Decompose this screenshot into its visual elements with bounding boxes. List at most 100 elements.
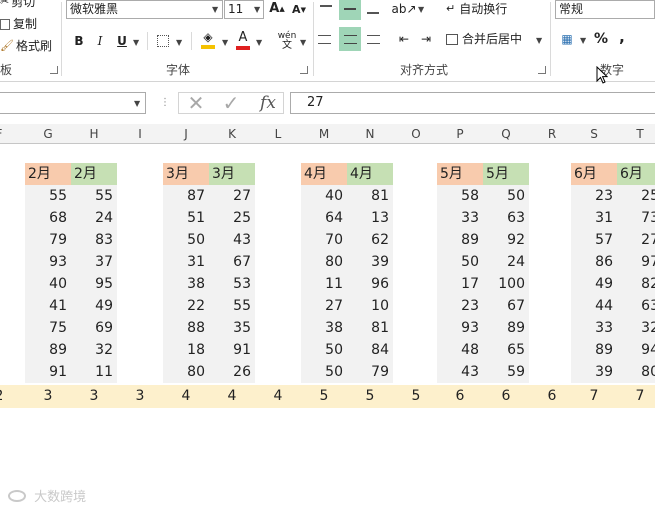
data-cell[interactable]: 50 xyxy=(301,339,347,361)
month-header-cell[interactable]: 3月 xyxy=(163,163,209,185)
data-cell[interactable]: 86 xyxy=(571,251,617,273)
clipboard-launcher-icon[interactable] xyxy=(50,66,58,74)
data-cell[interactable]: 31 xyxy=(571,207,617,229)
helper-row-cell[interactable]: 5 xyxy=(347,385,393,408)
data-cell[interactable]: 69 xyxy=(71,317,117,339)
border-button[interactable] xyxy=(154,32,172,50)
align-middle-button[interactable] xyxy=(339,0,361,20)
data-cell[interactable]: 25 xyxy=(209,207,255,229)
data-cell[interactable]: 10 xyxy=(347,295,393,317)
orientation-button[interactable]: ab↗ xyxy=(391,0,416,18)
font-color-button[interactable]: A xyxy=(234,29,252,51)
data-cell[interactable]: 83 xyxy=(71,229,117,251)
column-header-g[interactable]: G xyxy=(25,124,71,144)
fill-color-button[interactable]: ◈ xyxy=(199,29,217,51)
comma-button[interactable]: , xyxy=(616,28,628,46)
data-cell[interactable]: 37 xyxy=(71,251,117,273)
data-cell[interactable]: 89 xyxy=(571,339,617,361)
data-cell[interactable]: 84 xyxy=(347,339,393,361)
data-cell[interactable]: 18 xyxy=(163,339,209,361)
cancel-icon[interactable]: ✕ xyxy=(184,93,208,113)
column-header-i[interactable]: I xyxy=(117,124,163,144)
column-header-q[interactable]: Q xyxy=(483,124,529,144)
data-cell[interactable]: 38 xyxy=(301,317,347,339)
data-cell[interactable]: 38 xyxy=(163,273,209,295)
data-cell[interactable]: 27 xyxy=(209,185,255,207)
data-cell[interactable]: 100 xyxy=(483,273,529,295)
italic-button[interactable]: I xyxy=(92,32,108,50)
data-cell[interactable]: 40 xyxy=(25,273,71,295)
font-launcher-icon[interactable] xyxy=(300,66,308,74)
helper-row-cell[interactable]: 6 xyxy=(483,385,529,408)
data-cell[interactable]: 50 xyxy=(301,361,347,383)
data-cell[interactable]: 88 xyxy=(163,317,209,339)
data-cell[interactable]: 81 xyxy=(347,317,393,339)
data-cell[interactable]: 67 xyxy=(209,251,255,273)
grow-font-button[interactable]: A ▲ xyxy=(268,0,286,18)
month-header-cell[interactable]: 2月 xyxy=(25,163,71,185)
data-cell[interactable]: 23 xyxy=(437,295,483,317)
decrease-indent-button[interactable]: ⇤ xyxy=(394,30,414,48)
helper-row-cell[interactable]: 2 xyxy=(0,385,22,408)
data-cell[interactable]: 33 xyxy=(437,207,483,229)
enter-icon[interactable]: ✓ xyxy=(219,93,243,113)
bold-button[interactable]: B xyxy=(70,32,88,50)
data-cell[interactable]: 23 xyxy=(571,185,617,207)
data-cell[interactable]: 43 xyxy=(209,229,255,251)
data-cell[interactable]: 25 xyxy=(617,185,655,207)
data-cell[interactable]: 13 xyxy=(347,207,393,229)
helper-row-cell[interactable]: 4 xyxy=(209,385,255,408)
underline-dropdown-icon[interactable]: ▼ xyxy=(133,38,139,48)
month-header-cell[interactable]: 5月 xyxy=(483,163,529,185)
data-cell[interactable]: 11 xyxy=(301,273,347,295)
data-cell[interactable]: 73 xyxy=(617,207,655,229)
data-cell[interactable]: 92 xyxy=(483,229,529,251)
data-cell[interactable]: 35 xyxy=(209,317,255,339)
month-header-cell[interactable]: 4月 xyxy=(347,163,393,185)
data-cell[interactable]: 62 xyxy=(347,229,393,251)
data-cell[interactable]: 27 xyxy=(301,295,347,317)
data-cell[interactable]: 93 xyxy=(437,317,483,339)
data-cell[interactable]: 44 xyxy=(571,295,617,317)
column-header-m[interactable]: M xyxy=(301,124,347,144)
data-cell[interactable]: 43 xyxy=(437,361,483,383)
data-cell[interactable]: 80 xyxy=(163,361,209,383)
data-cell[interactable]: 22 xyxy=(163,295,209,317)
helper-row-cell[interactable]: 7 xyxy=(617,385,655,408)
month-header-cell[interactable]: 2月 xyxy=(71,163,117,185)
data-cell[interactable]: 95 xyxy=(71,273,117,295)
orientation-dropdown-icon[interactable]: ▼ xyxy=(418,5,424,15)
align-center-button[interactable] xyxy=(339,27,361,51)
border-dropdown-icon[interactable]: ▼ xyxy=(176,38,182,48)
accounting-format-button[interactable]: ▦ xyxy=(557,30,577,48)
insert-function-button[interactable]: fx xyxy=(255,93,281,113)
data-cell[interactable]: 59 xyxy=(483,361,529,383)
column-header-h[interactable]: H xyxy=(71,124,117,144)
data-cell[interactable]: 24 xyxy=(483,251,529,273)
month-header-cell[interactable]: 6月 xyxy=(571,163,617,185)
data-cell[interactable]: 57 xyxy=(571,229,617,251)
data-cell[interactable]: 26 xyxy=(209,361,255,383)
data-cell[interactable]: 32 xyxy=(617,317,655,339)
helper-row-cell[interactable]: 7 xyxy=(571,385,617,408)
accounting-dropdown-icon[interactable]: ▼ xyxy=(580,36,586,46)
phonetic-button[interactable]: wén 文 xyxy=(276,30,298,52)
data-cell[interactable]: 40 xyxy=(301,185,347,207)
helper-row-cell[interactable]: 6 xyxy=(529,385,575,408)
month-header-cell[interactable]: 6月 xyxy=(617,163,655,185)
column-header-p[interactable]: P xyxy=(437,124,483,144)
column-header-k[interactable]: K xyxy=(209,124,255,144)
month-header-cell[interactable]: 4月 xyxy=(301,163,347,185)
shrink-font-button[interactable]: A ▼ xyxy=(291,1,307,19)
month-header-cell[interactable]: 5月 xyxy=(437,163,483,185)
data-cell[interactable]: 55 xyxy=(71,185,117,207)
data-cell[interactable]: 51 xyxy=(163,207,209,229)
data-cell[interactable]: 50 xyxy=(163,229,209,251)
column-header-n[interactable]: N xyxy=(347,124,393,144)
data-cell[interactable]: 79 xyxy=(347,361,393,383)
data-cell[interactable]: 50 xyxy=(437,251,483,273)
data-cell[interactable]: 89 xyxy=(437,229,483,251)
column-header-f[interactable]: F xyxy=(0,124,22,144)
number-format-field[interactable]: 常规 xyxy=(555,0,655,19)
wrap-text-button[interactable]: ↵ 自动换行 xyxy=(446,0,507,18)
